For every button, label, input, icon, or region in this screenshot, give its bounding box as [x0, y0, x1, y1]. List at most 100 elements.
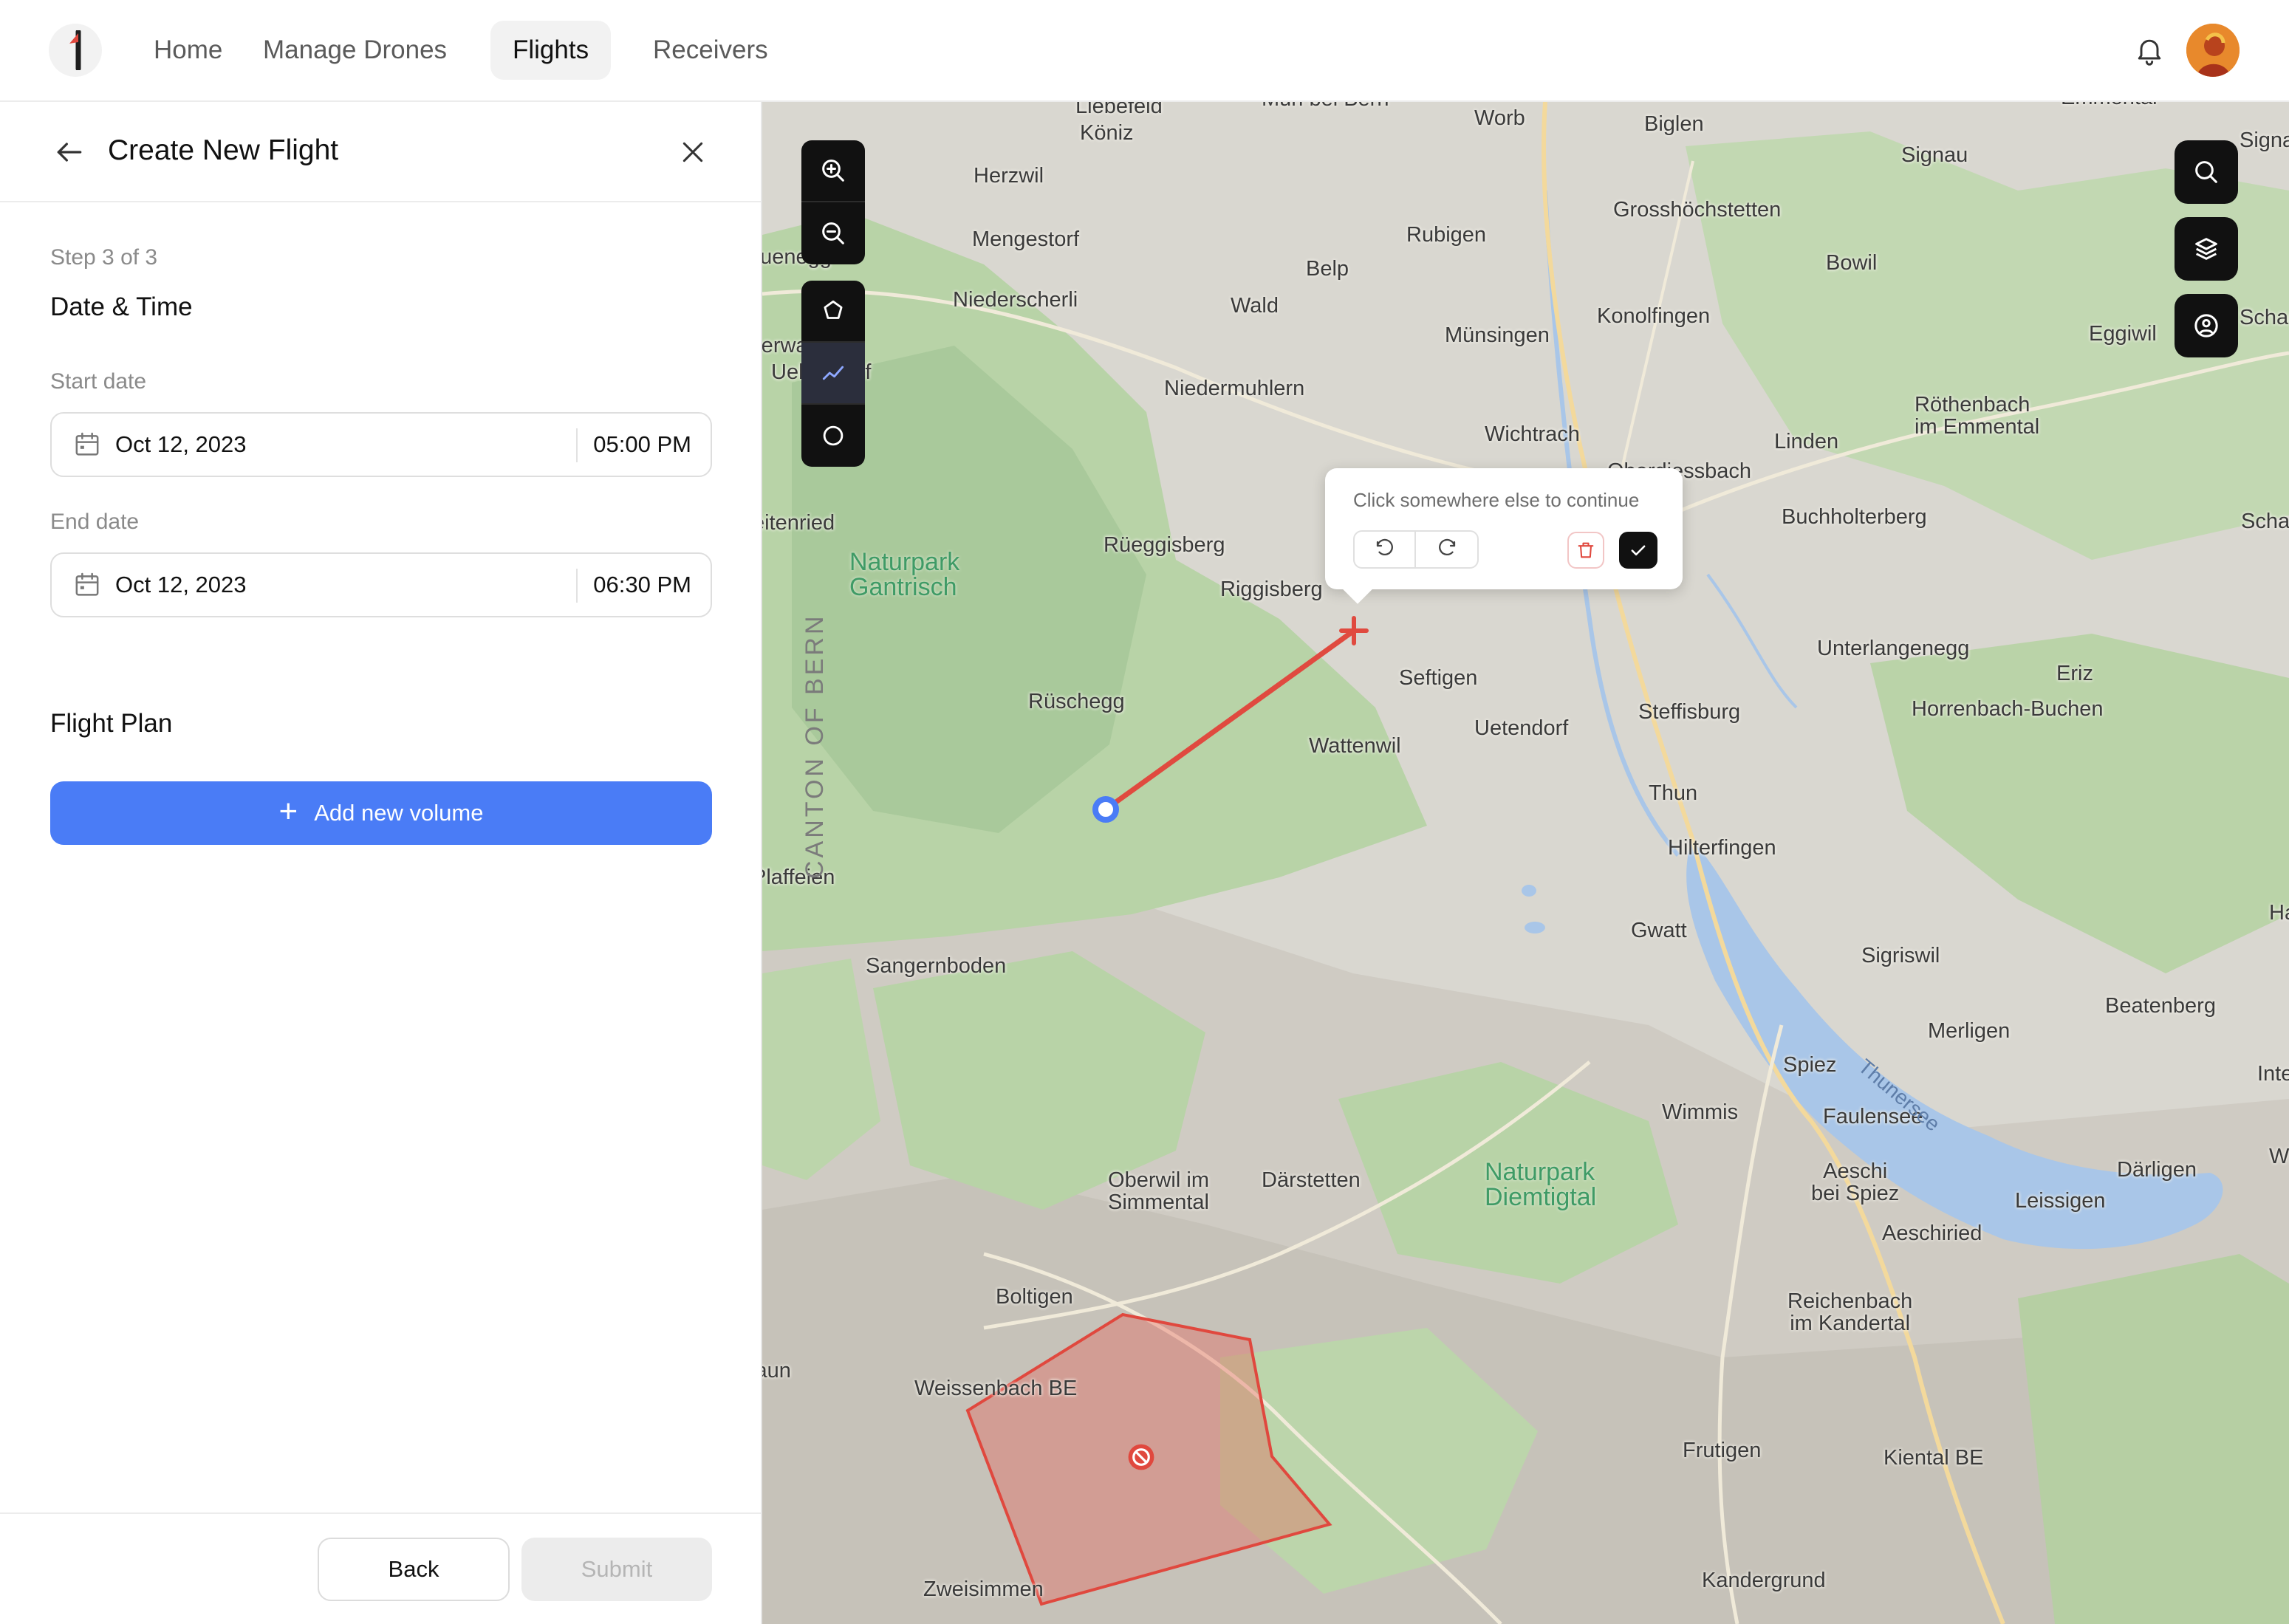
avatar[interactable]: [2186, 24, 2240, 77]
plus-icon: +: [278, 793, 298, 829]
logo-mark-icon: [69, 30, 81, 70]
place-label: Mengestorf: [972, 227, 1080, 251]
add-new-volume-label: Add new volume: [314, 800, 484, 826]
place-label: Därstetten: [1262, 1168, 1361, 1192]
place-label: Emmental: [2061, 102, 2158, 109]
nav-manage-drones[interactable]: Manage Drones: [241, 21, 469, 80]
place-label: Horrenbach-Buchen: [1912, 697, 2104, 721]
check-icon[interactable]: [1619, 532, 1657, 569]
place-label: Biglen: [1644, 112, 1704, 136]
start-date-value[interactable]: Oct 12, 2023: [115, 431, 247, 458]
place-label: Aeschiried: [1882, 1222, 1982, 1245]
route-start-point[interactable]: [1092, 796, 1119, 823]
place-label: Jaun: [762, 1359, 791, 1383]
back-button[interactable]: Back: [318, 1538, 510, 1601]
place-label: Habkern: [2269, 901, 2289, 925]
place-label: Thun: [1649, 781, 1698, 805]
place-label: Sangernboden: [866, 954, 1007, 978]
circle-icon[interactable]: [801, 405, 865, 467]
create-flight-panel: Create New Flight Step 3 of 3 Date & Tim…: [0, 102, 762, 1624]
panel-header: Create New Flight: [0, 102, 761, 202]
zoom-out-icon[interactable]: [801, 202, 865, 264]
place-label: Rubigen: [1406, 223, 1487, 247]
end-date-value[interactable]: Oct 12, 2023: [115, 572, 247, 598]
place-label: Niederscherli: [953, 288, 1078, 312]
place-label: Seftigen: [1399, 666, 1478, 690]
place-label: Rüschegg: [1028, 690, 1125, 713]
map-view[interactable]: Naturpark Gantrisch Naturpark Diemtigtal…: [762, 102, 2289, 1624]
draw-tools: [801, 281, 865, 467]
place-label: Merligen: [1928, 1019, 2011, 1043]
place-label: Wald: [1231, 294, 1279, 318]
place-label: Gwatt: [1631, 919, 1687, 942]
place-label: Eggiwil: [2089, 322, 2157, 346]
nav-home[interactable]: Home: [131, 21, 244, 80]
place-label: Reichenbach im Kandertal: [1787, 1289, 1913, 1335]
zoom-in-icon[interactable]: [801, 140, 865, 202]
start-time-value[interactable]: 05:00 PM: [593, 431, 691, 458]
location-pin-icon[interactable]: [2175, 294, 2238, 357]
polyline-icon[interactable]: [801, 343, 865, 405]
place-label: Spiez: [1783, 1053, 1837, 1077]
place-label: Wilderswil: [2269, 1145, 2289, 1168]
step-indicator: Step 3 of 3: [50, 245, 158, 270]
place-label: Wattenwil: [1309, 734, 1401, 758]
place-label: Uetendorf: [1474, 716, 1569, 740]
place-label: Signau: [2240, 129, 2289, 152]
place-label: Steffisburg: [1638, 700, 1741, 724]
place-label: Linden: [1774, 430, 1839, 453]
place-label: Signau: [1901, 143, 1968, 167]
nav-flights[interactable]: Flights: [490, 21, 612, 80]
place-label: Liebefeld: [1075, 102, 1163, 118]
app-logo[interactable]: [49, 24, 102, 77]
calendar-icon: [72, 570, 102, 600]
place-label: Interlaken: [2257, 1062, 2289, 1086]
place-label: Niedermuhlern: [1164, 377, 1305, 400]
undo-icon[interactable]: [1355, 532, 1417, 567]
place-label: Frutigen: [1683, 1439, 1762, 1462]
close-icon[interactable]: [678, 137, 708, 167]
route-vertex-handle-icon[interactable]: [1339, 616, 1369, 645]
place-label: Zweisimmen: [923, 1577, 1044, 1601]
field-divider: [576, 428, 578, 462]
park-label: Naturpark Gantrisch: [849, 548, 960, 601]
no-entry-icon[interactable]: [1127, 1443, 1155, 1471]
panel-footer: Back Submit: [0, 1512, 761, 1624]
canton-label: CANTON OF BERN: [801, 613, 829, 879]
place-label: Konolfingen: [1597, 304, 1711, 328]
place-label: Riggisberg: [1220, 578, 1323, 601]
place-label: Bowil: [1826, 251, 1878, 275]
place-label: Hilterfingen: [1668, 836, 1776, 860]
end-time-value[interactable]: 06:30 PM: [593, 572, 691, 598]
place-label: Leissigen: [2015, 1189, 2106, 1213]
add-new-volume-button[interactable]: + Add new volume: [50, 781, 712, 845]
panel-title: Create New Flight: [108, 134, 339, 166]
top-navigation: Home Manage Drones Flights Receivers: [0, 0, 2289, 102]
submit-button[interactable]: Submit: [521, 1538, 712, 1601]
nav-receivers[interactable]: Receivers: [631, 21, 790, 80]
redo-icon[interactable]: [1416, 532, 1477, 567]
place-label: Heitenried: [762, 511, 835, 535]
end-date-field[interactable]: Oct 12, 2023 06:30 PM: [50, 552, 712, 617]
start-date-field[interactable]: Oct 12, 2023 05:00 PM: [50, 412, 712, 477]
back-arrow-icon[interactable]: [53, 136, 86, 168]
search-icon[interactable]: [2175, 140, 2238, 204]
layers-icon[interactable]: [2175, 217, 2238, 281]
place-label: Eriz: [2056, 662, 2093, 685]
bell-icon[interactable]: [2133, 34, 2166, 66]
place-label: Münsingen: [1445, 323, 1550, 347]
place-label: Aeschi bei Spiez: [1811, 1159, 1900, 1205]
calendar-icon: [72, 430, 102, 459]
place-label: Därligen: [2117, 1158, 2197, 1182]
place-label: Beatenberg: [2105, 994, 2216, 1018]
place-label: Boltigen: [996, 1285, 1073, 1309]
trash-icon[interactable]: [1567, 532, 1604, 569]
place-label: Muri bei Bern: [1262, 102, 1389, 111]
place-label: Sigriswil: [1861, 944, 1940, 967]
polygon-icon[interactable]: [801, 281, 865, 343]
place-label: Wichtrach: [1485, 422, 1580, 446]
place-label: Kiental BE: [1883, 1446, 1984, 1470]
place-label: Buchholterberg: [1782, 505, 1927, 529]
place-label: Unterlangenegg: [1817, 637, 1970, 660]
section-date-time: Date & Time: [50, 292, 193, 321]
